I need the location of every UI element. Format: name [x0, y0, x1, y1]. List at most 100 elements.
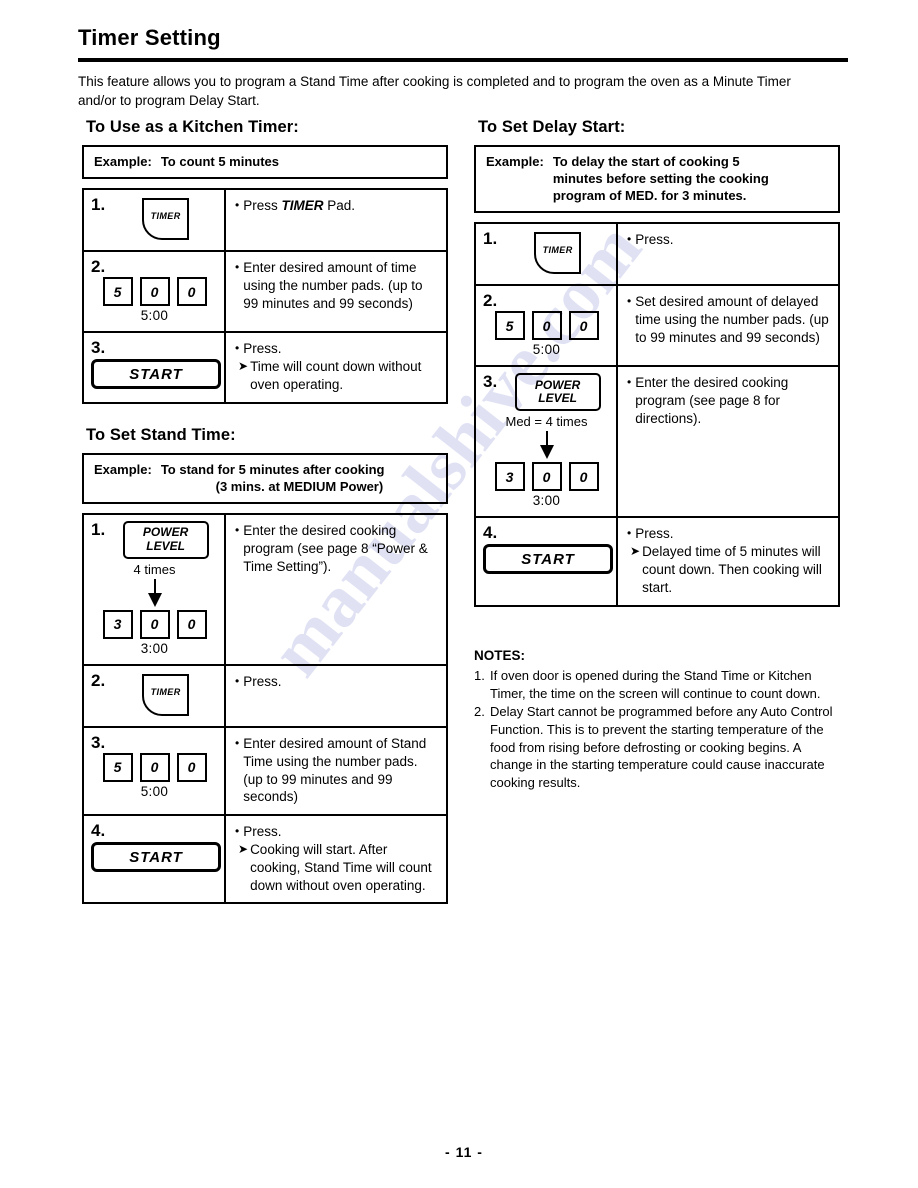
- power-level-pad-icon[interactable]: POWER LEVEL: [122, 520, 209, 559]
- start-pad-icon[interactable]: START: [91, 842, 221, 873]
- step-number: 3.: [483, 372, 498, 392]
- steps-table-kitchen-timer: 1. TIMER • Press TIMER Pad. 2. 5 0 0 5:0…: [82, 188, 448, 404]
- time-display-value: 3:00: [532, 493, 561, 509]
- step-number: 2.: [91, 257, 106, 277]
- number-key[interactable]: 0: [568, 462, 599, 492]
- step-row: 2. 5 0 0 5:00 • Enter desired amount of …: [84, 252, 446, 334]
- step-row: 2. 5 0 0 5:00 • Set desired amount of de…: [476, 286, 838, 368]
- number-key[interactable]: 5: [102, 752, 133, 782]
- arrow-icon: ➤: [238, 841, 249, 856]
- down-arrow-icon: [147, 578, 162, 607]
- note-text: Delay Start cannot be programmed before …: [490, 704, 833, 791]
- bullet-icon: •: [627, 526, 632, 541]
- number-key[interactable]: 3: [494, 462, 525, 492]
- note-marker: 1.: [474, 668, 485, 684]
- step-instruction: • Press. ➤ Time will count down without …: [226, 333, 446, 401]
- step-instruction: • Press.: [226, 666, 446, 726]
- step-visual: 4. START: [476, 518, 618, 605]
- timer-pad-icon[interactable]: TIMER: [534, 232, 582, 275]
- example-box-delay-start: Example: To delay the start of cooking 5…: [474, 145, 840, 214]
- number-key[interactable]: 3: [102, 609, 133, 639]
- timer-pad-icon[interactable]: TIMER: [142, 673, 190, 716]
- instruction-text: Press.: [243, 824, 282, 840]
- number-key[interactable]: 0: [176, 609, 207, 639]
- example-line: minutes before setting the cooking: [552, 171, 769, 187]
- start-pad-icon[interactable]: START: [483, 544, 613, 575]
- step-instruction: • Enter desired amount of time using the…: [226, 252, 446, 331]
- arrow-icon: ➤: [238, 358, 249, 373]
- bullet-icon: •: [235, 198, 240, 213]
- instruction-text: Enter the desired cooking program (see p…: [243, 522, 428, 574]
- time-display-value: 5:00: [532, 342, 561, 358]
- step-row: 3. 5 0 0 5:00 • Enter desired amount of …: [84, 727, 446, 817]
- number-pad-group: 5 0 0: [483, 311, 610, 341]
- number-key[interactable]: 0: [531, 311, 562, 341]
- step-number: 1.: [91, 195, 106, 215]
- example-label: Example:: [94, 154, 152, 169]
- title-divider: [78, 58, 848, 63]
- example-line: To stand for 5 minutes after cooking: [160, 461, 385, 477]
- step-instruction: • Press TIMER Pad.: [226, 190, 446, 250]
- step-instruction: • Enter the desired cooking program (see…: [226, 515, 446, 664]
- step-visual: 1. TIMER: [476, 224, 618, 285]
- intro-paragraph: This feature allows you to program a Sta…: [78, 74, 791, 109]
- number-pad-group: 3 0 0: [483, 462, 610, 492]
- bullet-icon: •: [235, 824, 240, 839]
- step-visual: 4. START: [84, 816, 226, 903]
- number-key[interactable]: 5: [102, 277, 133, 307]
- bullet-icon: •: [235, 735, 240, 750]
- step-visual: 3. POWER LEVEL Med = 4 times 3 0 0 3:00: [476, 367, 618, 517]
- number-key[interactable]: 5: [494, 311, 525, 341]
- step-visual: 1. TIMER: [84, 190, 226, 251]
- step-number: 2.: [91, 670, 106, 690]
- note-item: 1. If oven door is opened during the Sta…: [474, 667, 834, 702]
- step-instruction: • Press. ➤ Cooking will start. After coo…: [226, 816, 446, 902]
- step-row: 4. START • Press. ➤ Delayed time of 5 mi…: [476, 518, 838, 605]
- number-key[interactable]: 0: [531, 462, 562, 492]
- left-column: To Use as a Kitchen Timer: Example: To c…: [82, 118, 448, 905]
- page-title: Timer Setting: [78, 25, 221, 50]
- step-row: 1. TIMER • Press.: [476, 224, 838, 287]
- pad-name-emphasis: TIMER: [281, 198, 324, 214]
- step-instruction: • Enter the desired cooking program (see…: [618, 367, 838, 516]
- number-key[interactable]: 0: [139, 752, 170, 782]
- number-key[interactable]: 0: [139, 609, 170, 639]
- step-row: 3. POWER LEVEL Med = 4 times 3 0 0 3:00 …: [476, 367, 838, 519]
- section-heading-delay-start: To Set Delay Start:: [478, 118, 626, 136]
- step-instruction: • Press.: [618, 224, 838, 284]
- power-level-pad-icon[interactable]: POWER LEVEL: [514, 373, 601, 412]
- step-visual: 1. POWER LEVEL 4 times 3 0 0 3:00: [84, 514, 226, 664]
- number-key[interactable]: 0: [139, 277, 170, 307]
- number-key[interactable]: 0: [568, 311, 599, 341]
- bullet-icon: •: [627, 375, 632, 390]
- example-line: To count 5 minutes: [160, 154, 280, 169]
- example-line: To delay the start of cooking 5: [552, 154, 740, 169]
- press-count-label: Med = 4 times: [505, 414, 588, 430]
- example-box-stand-time: Example: To stand for 5 minutes after co…: [82, 452, 448, 504]
- step-instruction: • Press. ➤ Delayed time of 5 minutes wil…: [618, 518, 838, 604]
- timer-pad-label: TIMER: [150, 686, 181, 697]
- step-row: 1. TIMER • Press TIMER Pad.: [84, 190, 446, 253]
- start-pad-icon[interactable]: START: [91, 359, 221, 390]
- time-display-value: 5:00: [140, 308, 169, 324]
- example-line: (3 mins. at MEDIUM Power): [215, 478, 384, 494]
- result-text: Time will count down without oven operat…: [250, 358, 422, 392]
- power-pad-label-line1: POWER: [142, 525, 189, 540]
- steps-table-delay-start: 1. TIMER • Press. 2. 5 0 0 5:00 • Set de…: [474, 222, 840, 607]
- instruction-text: Enter desired amount of Stand Time using…: [243, 735, 427, 805]
- step-instruction: • Enter desired amount of Stand Time usi…: [226, 728, 446, 814]
- instruction-text: Enter the desired cooking program (see p…: [635, 375, 789, 427]
- down-arrow-icon: [539, 431, 554, 460]
- page-number: - 11 -: [445, 1144, 483, 1160]
- time-display-value: 5:00: [140, 783, 169, 799]
- power-pad-label-line2: LEVEL: [146, 538, 185, 553]
- number-key[interactable]: 0: [176, 277, 207, 307]
- number-key[interactable]: 0: [176, 752, 207, 782]
- step-visual: 2. 5 0 0 5:00: [84, 252, 226, 332]
- press-count-label: 4 times: [133, 561, 176, 577]
- step-number: 3.: [91, 338, 106, 358]
- timer-pad-label: TIMER: [542, 245, 573, 256]
- timer-pad-icon[interactable]: TIMER: [142, 198, 190, 241]
- bullet-icon: •: [235, 522, 240, 537]
- time-display-value: 3:00: [140, 640, 169, 656]
